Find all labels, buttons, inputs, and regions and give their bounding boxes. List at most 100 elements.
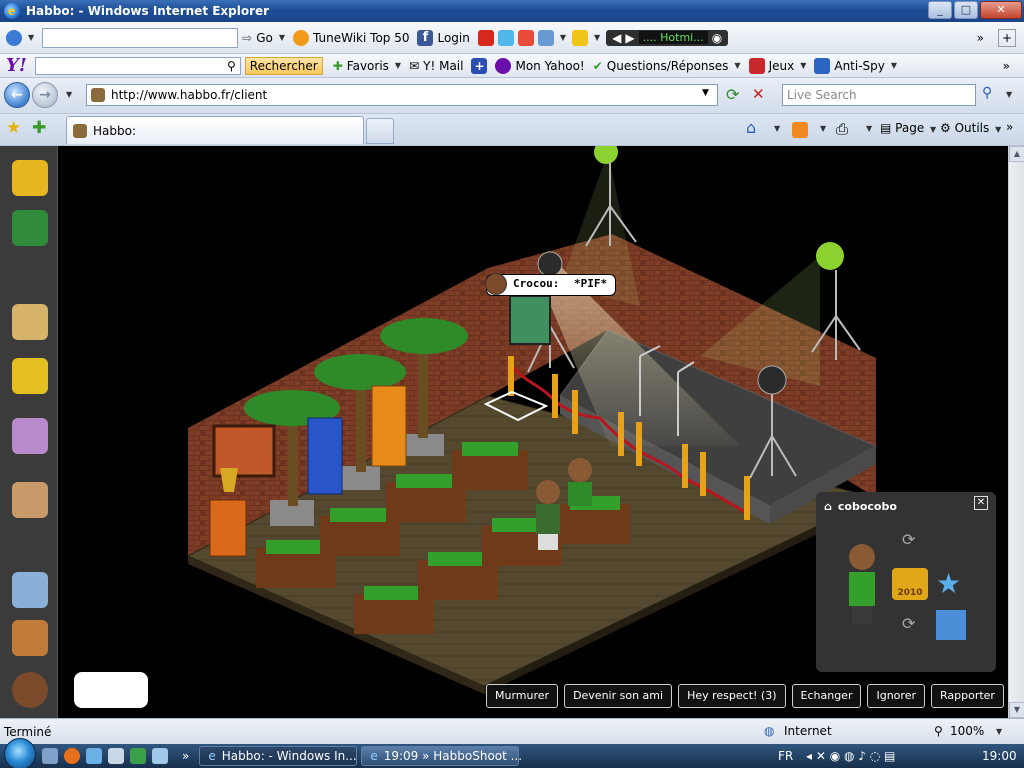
maximize-button[interactable]: □ (954, 1, 978, 19)
whisper-button[interactable]: Murmurer (486, 684, 559, 708)
back-button[interactable]: ← (4, 82, 30, 108)
taskbar-item-habbo[interactable]: e Habbo: - Windows In... (199, 746, 358, 766)
tv-icon[interactable] (572, 29, 589, 46)
yahoo-search-input[interactable]: ⚲ (34, 56, 241, 75)
green-sofa[interactable] (452, 442, 528, 490)
report-button[interactable]: Rapporter (930, 684, 1004, 708)
hotmail-label[interactable]: .... Hotmi... (638, 31, 708, 44)
respect-button[interactable]: Hey respect! (3) (678, 684, 786, 708)
page-menu[interactable]: ▤ Page ▼ (880, 121, 936, 135)
search-icon[interactable]: ⚲ (982, 85, 992, 101)
scroll-up-icon[interactable]: ▲ (1009, 146, 1024, 162)
sword-badge-icon[interactable] (936, 610, 966, 640)
friends-icon[interactable] (12, 418, 48, 454)
address-dropdown-icon[interactable]: ▼ (702, 88, 709, 98)
ymail-button[interactable]: ✉ Y! Mail (409, 59, 463, 73)
quicklaunch-icon[interactable] (152, 748, 168, 764)
stop-icon[interactable]: ✕ (752, 85, 765, 103)
chevron-more-icon[interactable]: » (182, 749, 189, 763)
navigator-icon[interactable] (12, 358, 48, 394)
show-desktop-icon[interactable] (42, 748, 58, 764)
rotate-icon[interactable]: ⟳ (902, 530, 915, 549)
tunewiki-button[interactable]: TuneWiki Top 50 (293, 29, 409, 46)
avatar-character[interactable] (536, 480, 560, 550)
scroll-down-icon[interactable]: ▼ (1009, 702, 1024, 718)
taskbar-item-habboshoot[interactable]: e 19:09 » HabboShoot ... (361, 746, 522, 766)
firefox-icon[interactable] (64, 748, 80, 764)
close-window-button[interactable]: ✕ (980, 1, 1022, 19)
zone-text: Internet (784, 724, 832, 738)
trade-button[interactable]: Echanger (791, 684, 862, 708)
yahoo-logo[interactable]: Y! (6, 55, 27, 76)
go-arrow-icon: ⇨ (242, 30, 253, 45)
add-friend-button[interactable]: Devenir son ami (564, 684, 673, 708)
tray-icons[interactable]: ◂ ✕ ◉ ◍ ♪ ◌ ▤ (806, 749, 895, 763)
go-button[interactable]: ⇨ Go ▼ (242, 31, 285, 45)
rechercher-button[interactable]: Rechercher (244, 56, 323, 75)
catalogue-icon[interactable] (12, 304, 48, 340)
toolbar-search-combo[interactable] (42, 27, 239, 48)
forward-button[interactable]: → (32, 82, 58, 108)
new-tab-button[interactable] (366, 118, 394, 144)
photos-icon[interactable] (537, 29, 554, 46)
start-button[interactable] (4, 738, 36, 768)
clock[interactable]: 19:00 (982, 749, 1017, 763)
rotate-icon[interactable]: ⟳ (902, 614, 915, 633)
outils-menu[interactable]: ⚙ Outils ▼ (940, 121, 1001, 135)
exit-room-icon[interactable] (12, 210, 48, 246)
chat-speech-bubble[interactable]: Crocou: *PIF* (485, 273, 617, 296)
facebook-login-button[interactable]: f Login (417, 29, 470, 46)
room-icon[interactable] (12, 620, 48, 656)
media-player[interactable]: ◀ ▶ .... Hotmi... ◉ (606, 29, 729, 46)
home-icon[interactable]: ⌂ (746, 118, 756, 137)
rss-icon[interactable] (792, 122, 808, 138)
search-icon[interactable] (12, 572, 48, 608)
volume-icon[interactable]: ◉ (712, 31, 722, 45)
print-icon[interactable]: ⎙ (836, 120, 848, 138)
arcade-machine-orange[interactable] (371, 385, 407, 467)
habbo-client[interactable]: Crocou: *PIF* ⌂ cobocobo ✕ ⟳ ⟳ 2010 ★ Mu… (0, 146, 1008, 718)
close-icon[interactable]: ✕ (974, 496, 988, 510)
plus-icon[interactable]: + (471, 57, 488, 74)
star-badge-icon[interactable]: ★ (936, 568, 961, 600)
questions-button[interactable]: ✔ Questions/Réponses ▼ (593, 59, 741, 73)
quicklaunch-icon[interactable] (130, 748, 146, 764)
badge-2010[interactable]: 2010 (892, 568, 928, 600)
ignore-button[interactable]: Ignorer (867, 684, 925, 708)
quicklaunch-icon[interactable] (86, 748, 102, 764)
chevron-more-icon[interactable]: » (1003, 59, 1010, 73)
monyahoo-button[interactable]: Mon Yahoo! (495, 57, 585, 74)
toolbar-check-item[interactable]: ▼ (6, 29, 34, 46)
chevron-more-icon[interactable]: » (977, 31, 984, 45)
prev-icon[interactable]: ◀ (612, 31, 621, 45)
arcade-machine-blue[interactable] (307, 417, 343, 495)
add-toolbar-button[interactable]: + (998, 28, 1016, 47)
history-dropdown-icon[interactable]: ▼ (66, 90, 72, 99)
landscape-painting[interactable] (509, 295, 551, 345)
youtube-icon[interactable] (477, 29, 494, 46)
chat-input[interactable] (74, 672, 148, 708)
help-icon[interactable] (12, 160, 48, 196)
avatar-character[interactable] (568, 458, 592, 506)
avatar-icon[interactable] (12, 672, 48, 708)
minimize-button[interactable]: _ (928, 1, 952, 19)
twitter-icon[interactable] (497, 29, 514, 46)
language-indicator[interactable]: FR (778, 749, 793, 763)
zoom-level[interactable]: 100% (950, 724, 984, 738)
refresh-icon[interactable]: ⟳ (726, 85, 739, 104)
jeux-button[interactable]: Jeux ▼ (748, 57, 806, 74)
favoris-button[interactable]: ✚ Favoris ▼ (333, 59, 401, 73)
favorites-star-icon[interactable]: ★ (6, 118, 21, 138)
quicklaunch-icon[interactable] (108, 748, 124, 764)
play-icon[interactable]: ▶ (625, 31, 634, 45)
namecard-username: cobocobo (837, 500, 897, 513)
chevron-more-icon[interactable]: » (1006, 120, 1013, 134)
calendar-icon[interactable] (517, 29, 534, 46)
add-favorites-icon[interactable]: ✚ (32, 118, 46, 138)
antispy-button[interactable]: Anti-Spy ▼ (814, 57, 897, 74)
inventory-icon[interactable] (12, 482, 48, 518)
live-search-input[interactable]: Live Search (782, 84, 976, 106)
tab-habbo[interactable]: Habbo: (66, 116, 364, 144)
address-bar[interactable]: http://www.habbo.fr/client (86, 84, 718, 106)
vertical-scrollbar[interactable]: ▲ ▼ (1008, 146, 1024, 718)
